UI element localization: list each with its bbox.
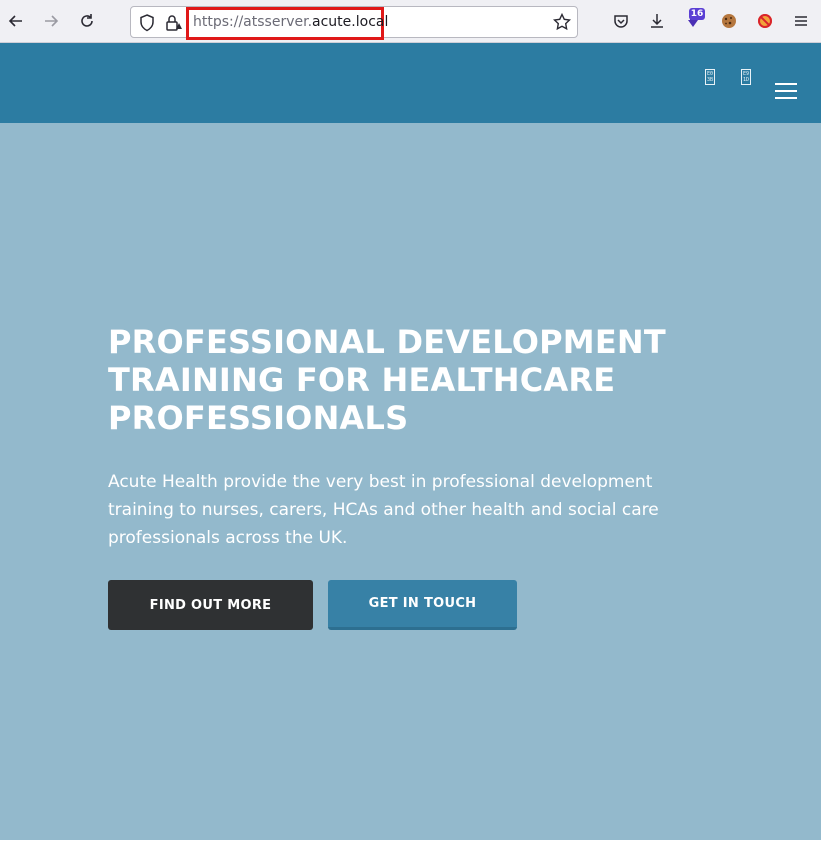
url-text[interactable]: https://atsserver.acute.local [193, 14, 388, 30]
pocket-icon [614, 15, 628, 28]
app-menu-button[interactable] [786, 6, 816, 36]
hero-section: PROFESSIONAL DEVELOPMENT TRAINING FOR HE… [0, 123, 821, 840]
reload-icon [81, 14, 93, 27]
shield-icon[interactable] [139, 14, 155, 32]
downloads-button[interactable] [642, 6, 672, 36]
download-icon [651, 14, 663, 28]
site-header: E0 3B E9 1D [0, 43, 821, 123]
url-bar[interactable]: https://atsserver.acute.local [130, 6, 578, 40]
star-icon[interactable] [553, 13, 571, 31]
browser-toolbar: https://atsserver.acute.local 16 [0, 0, 821, 43]
menu-icon [795, 16, 807, 26]
back-icon [8, 15, 22, 27]
cookie-icon [722, 14, 736, 28]
missing-glyph-icon[interactable]: E9 1D [741, 69, 751, 85]
find-out-more-button[interactable]: FIND OUT MORE [108, 580, 313, 630]
hero-description: Acute Health provide the very best in pr… [108, 472, 659, 548]
blocker-extension-button[interactable] [750, 6, 780, 36]
url-domain: acute.local [312, 14, 389, 30]
hero-title: PROFESSIONAL DEVELOPMENT TRAINING FOR HE… [108, 323, 666, 437]
reload-button[interactable] [72, 6, 102, 36]
hamburger-menu-icon[interactable] [775, 83, 797, 99]
pocket-button[interactable] [606, 6, 636, 36]
extension-badge: 16 [689, 8, 705, 20]
blocker-icon [758, 14, 772, 28]
get-in-touch-button[interactable]: GET IN TOUCH [328, 580, 517, 630]
back-button[interactable] [1, 6, 31, 36]
lock-warning-icon[interactable] [165, 14, 183, 32]
missing-glyph-icon[interactable]: E0 3B [705, 69, 715, 85]
forward-button[interactable] [36, 6, 66, 36]
forward-icon [45, 15, 59, 27]
cookie-extension-button[interactable] [714, 6, 744, 36]
url-prefix: https://atsserver. [193, 14, 313, 30]
